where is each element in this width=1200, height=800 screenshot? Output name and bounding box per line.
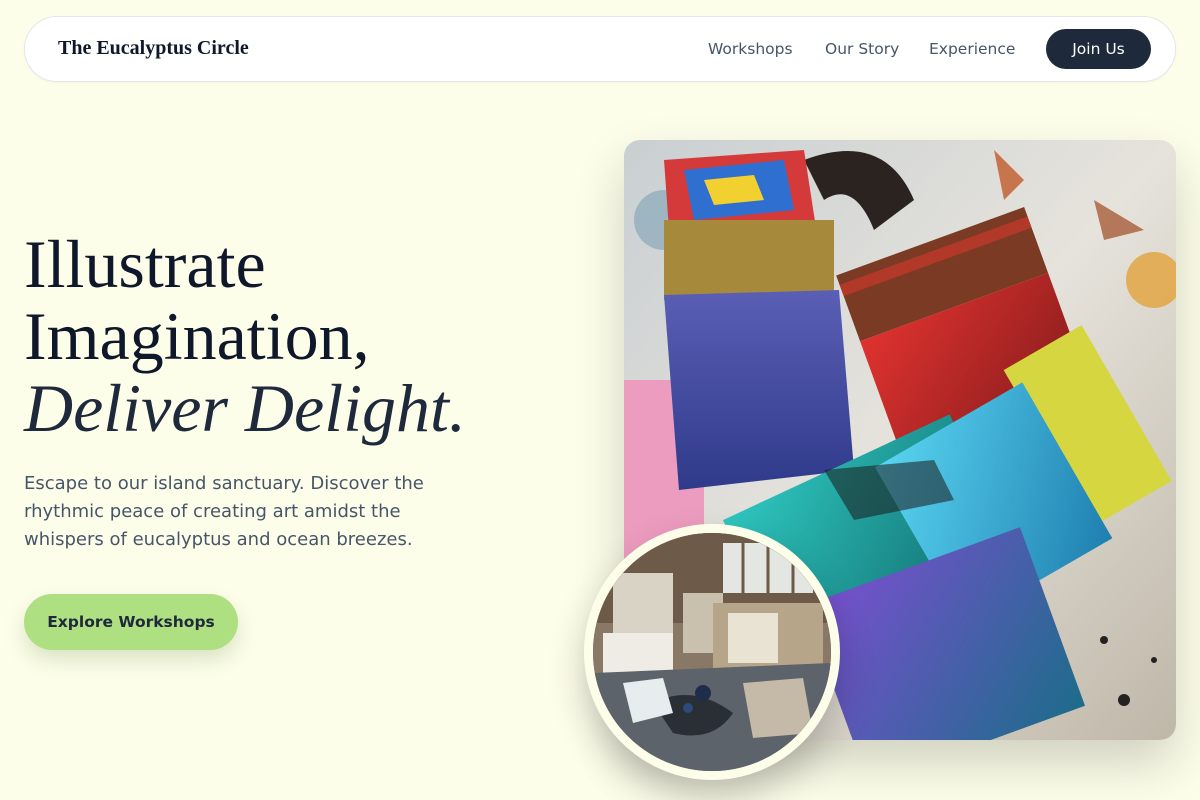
headline-line-2: Imagination,	[24, 298, 370, 374]
nav-link-workshops[interactable]: Workshops	[708, 40, 793, 58]
headline-line-1: Illustrate	[24, 226, 266, 302]
nav-link-experience[interactable]: Experience	[929, 40, 1015, 58]
nav-link-our-story[interactable]: Our Story	[825, 40, 899, 58]
top-navigation: The Eucalyptus Circle Workshops Our Stor…	[24, 16, 1176, 82]
headline-line-3: Deliver Delight.	[24, 370, 466, 446]
explore-workshops-button[interactable]: Explore Workshops	[24, 594, 238, 650]
join-us-button[interactable]: Join Us	[1046, 29, 1151, 69]
art-studio-image	[584, 524, 840, 780]
brand-logo[interactable]: The Eucalyptus Circle	[58, 37, 249, 60]
hero-description: Escape to our island sanctuary. Discover…	[24, 473, 424, 550]
hero-headline: Illustrate Imagination, Deliver Delight.	[24, 228, 466, 444]
